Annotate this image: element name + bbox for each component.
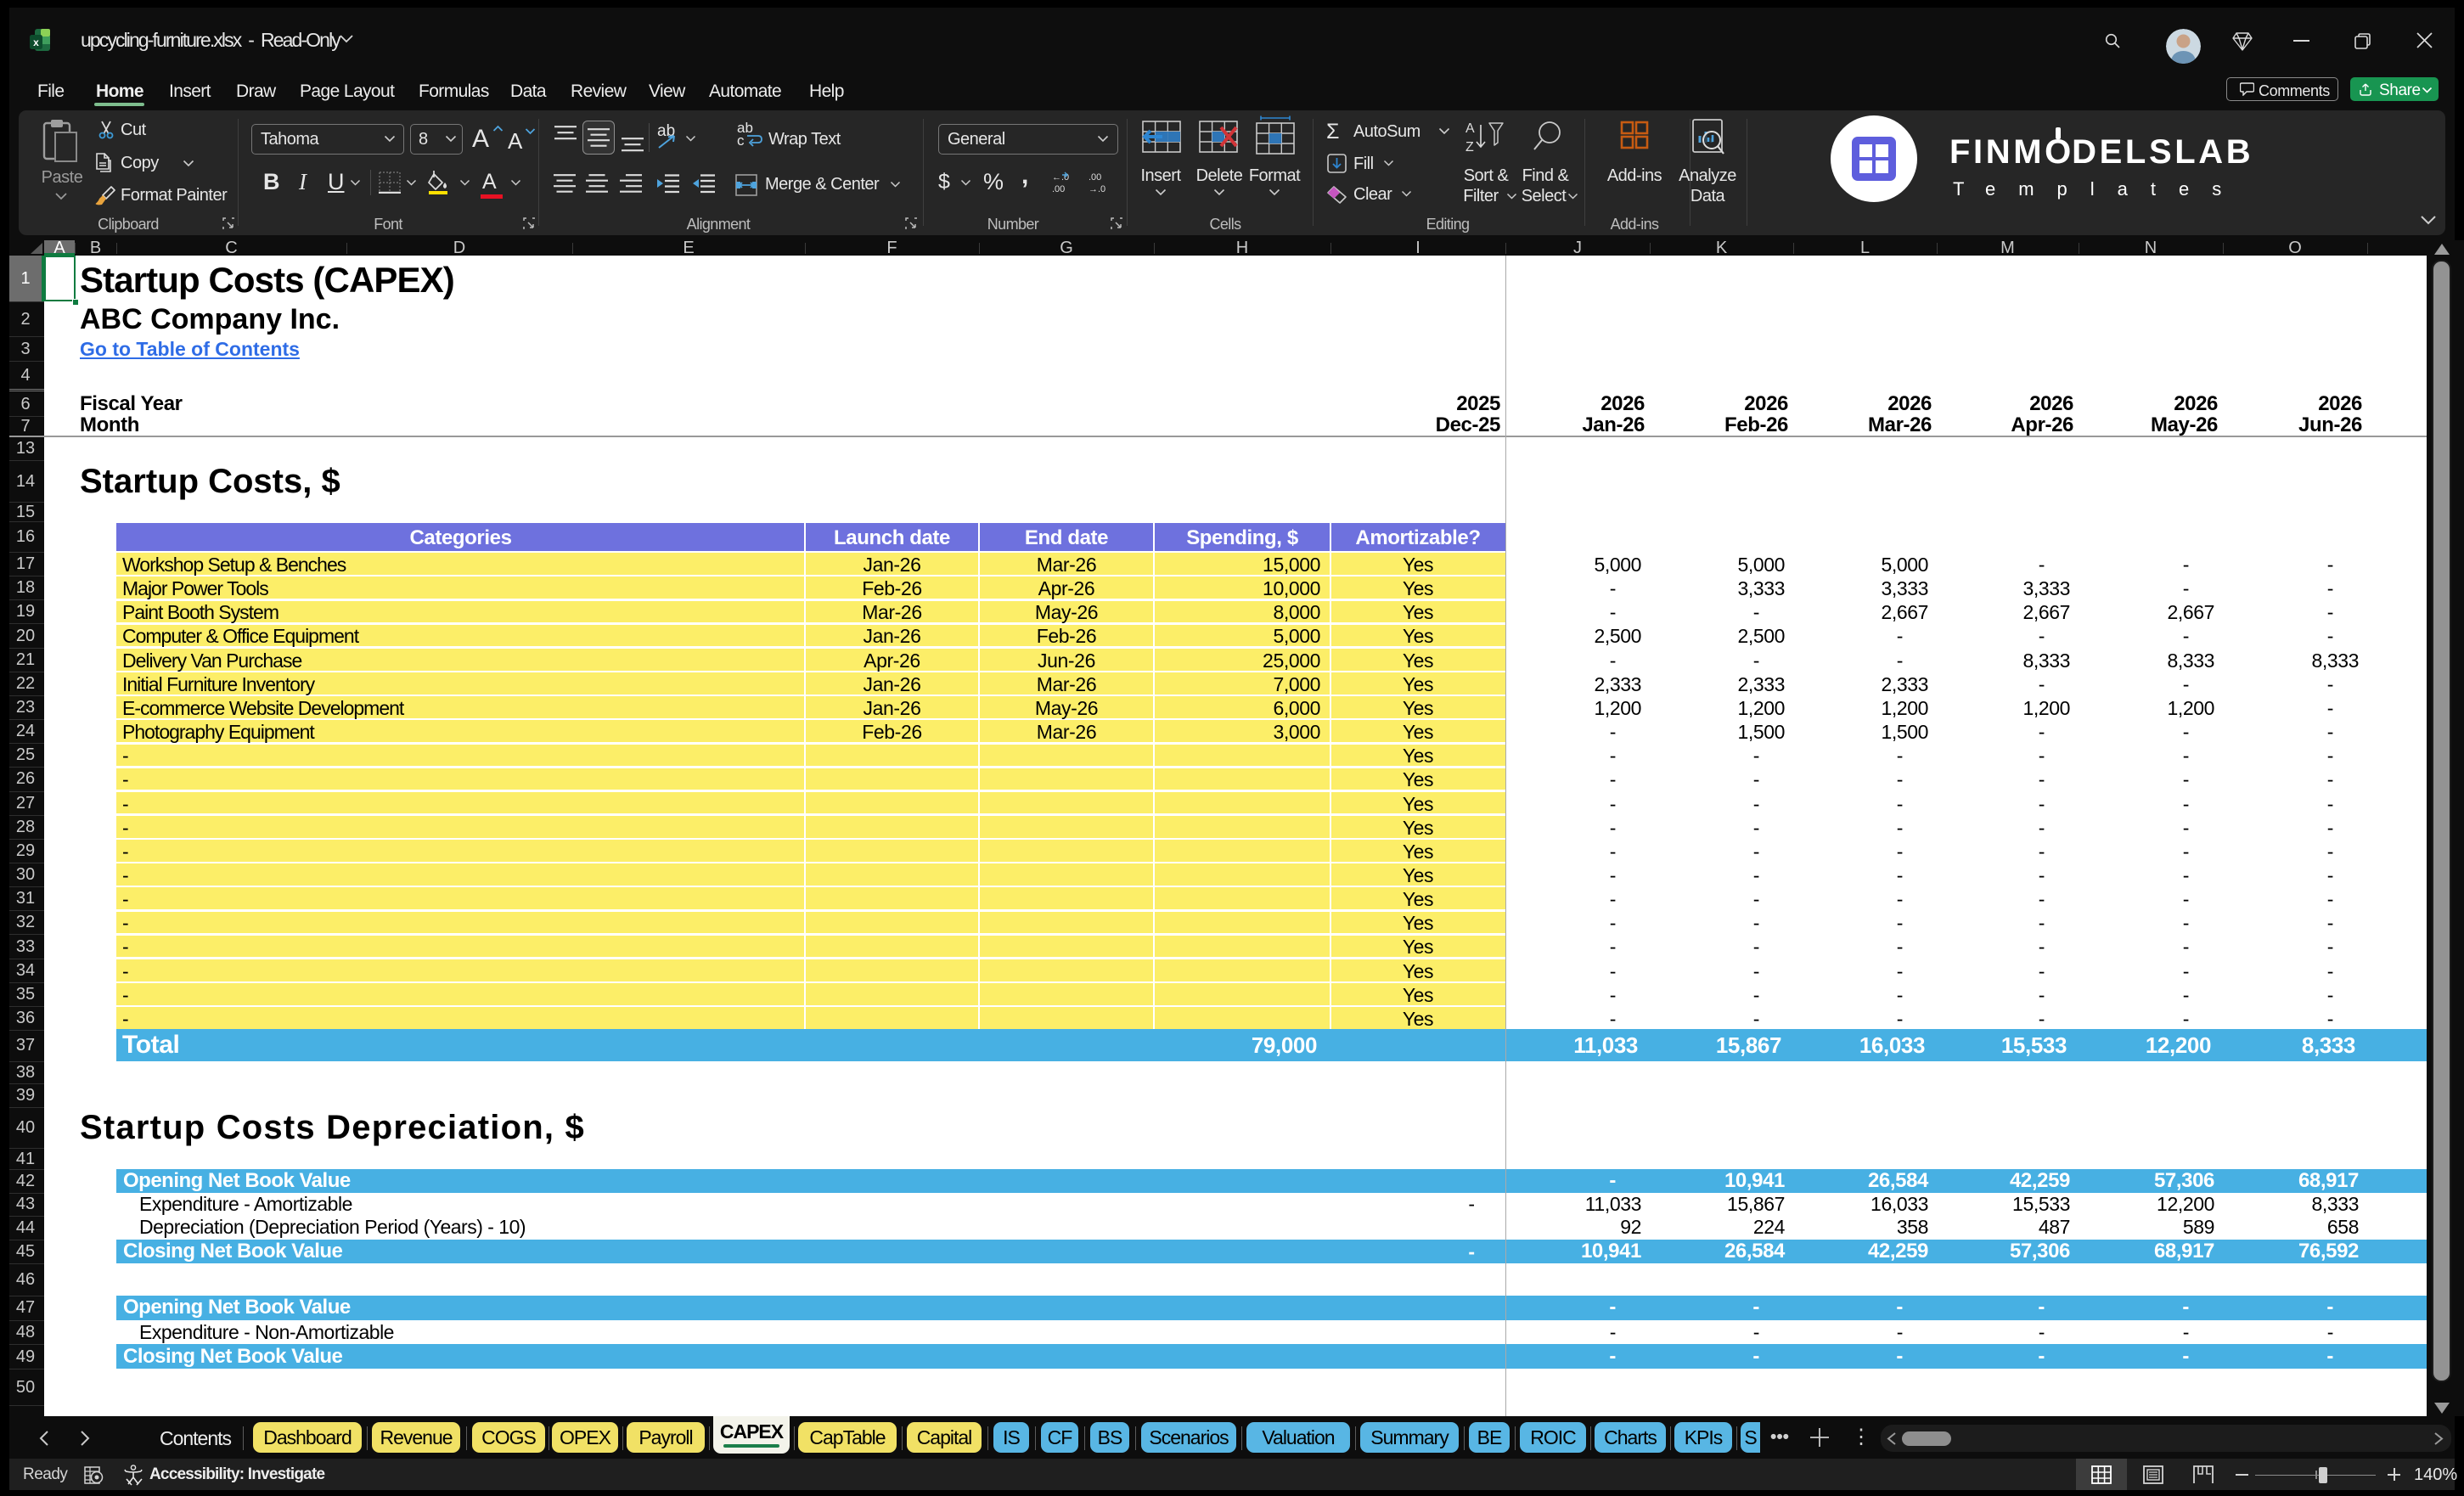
svg-text:Z: Z <box>1465 140 1474 154</box>
svg-text:.00: .00 <box>1089 172 1101 183</box>
svg-text:x: x <box>33 37 39 48</box>
svg-text:A: A <box>1465 121 1475 136</box>
svg-text:.00: .00 <box>1052 184 1065 194</box>
svg-text:→.0: →.0 <box>1089 184 1105 194</box>
